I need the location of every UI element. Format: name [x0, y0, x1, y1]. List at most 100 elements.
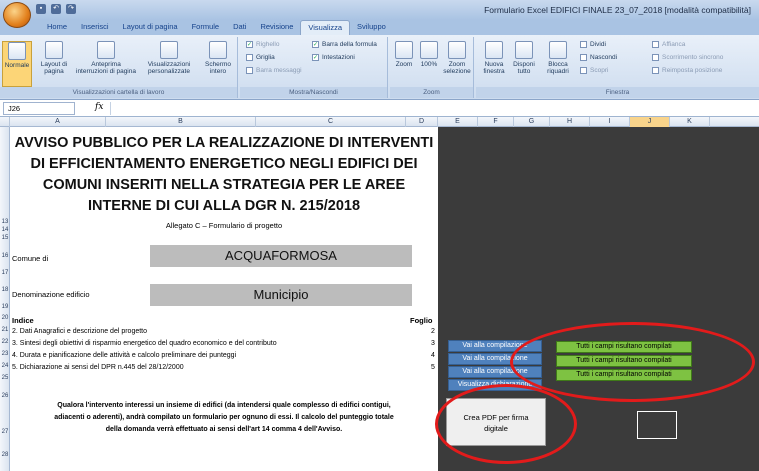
formula-input[interactable]: [110, 102, 755, 115]
formula-bar-checkbox[interactable]: ✓ Barra della formula: [312, 41, 377, 48]
col-header-d[interactable]: D: [406, 117, 438, 127]
headings-check-icon: ✓: [312, 54, 319, 61]
col-header-f[interactable]: F: [478, 117, 514, 127]
row-header-20[interactable]: 20: [0, 315, 10, 321]
zoom-button[interactable]: Zoom: [392, 41, 416, 68]
row-header-25[interactable]: 25: [0, 375, 10, 381]
normal-view-icon: [8, 42, 26, 60]
row-header-22[interactable]: 22: [0, 339, 10, 345]
row-header-27[interactable]: 27: [0, 429, 10, 435]
name-box[interactable]: J26: [3, 102, 75, 115]
tab-review[interactable]: Revisione: [253, 20, 300, 35]
tab-data[interactable]: Dati: [226, 20, 253, 35]
zoom-selection-label: Zoom selezione: [443, 61, 471, 75]
redo-icon[interactable]: ↷: [66, 4, 76, 14]
hide-button[interactable]: Nascondi: [580, 54, 617, 61]
tab-page-layout[interactable]: Layout di pagina: [116, 20, 185, 35]
note-line-1: Qualora l'intervento interessi un insiem…: [57, 402, 391, 409]
tab-view[interactable]: Visualizza: [300, 20, 351, 35]
unhide-icon: [580, 67, 587, 74]
side-by-side-icon: [652, 41, 659, 48]
row-header-18[interactable]: 18: [0, 287, 10, 293]
col-header-b[interactable]: B: [106, 117, 256, 127]
reset-position-button[interactable]: Reimposta posizione: [652, 67, 722, 74]
row-header-26[interactable]: 26: [0, 393, 10, 399]
ruler-checkbox[interactable]: ✓ Righello: [246, 41, 280, 48]
side-by-side-label: Affianca: [662, 41, 686, 48]
row-header-16[interactable]: 16: [0, 253, 10, 259]
row-header-17[interactable]: 17: [0, 270, 10, 276]
split-button[interactable]: Dividi: [580, 41, 606, 48]
freeze-panes-icon: [549, 41, 567, 59]
title-line-3: COMUNI INSERITI NELLA STRATEGIA PER LE A…: [42, 177, 406, 193]
note-line-3: della domanda verrà effettuato ai sensi …: [105, 426, 343, 433]
comune-value[interactable]: ACQUAFORMOSA: [150, 245, 412, 267]
ruler-check-icon: ✓: [246, 41, 253, 48]
zoom-100-button[interactable]: 100%: [418, 41, 440, 68]
row-header-28[interactable]: 28: [0, 452, 10, 458]
index-item-3[interactable]: 3. Sintesi degli obiettivi di risparmio …: [12, 340, 277, 347]
col-header-c[interactable]: C: [256, 117, 406, 127]
title-bar: ▪ ↶ ↷ Formulario Excel EDIFICI FINALE 23…: [0, 0, 759, 20]
select-all-corner[interactable]: [0, 117, 10, 127]
headings-label: Intestazioni: [322, 54, 355, 61]
split-label: Dividi: [590, 41, 606, 48]
window-group-label: Finestra: [476, 87, 759, 98]
new-window-button[interactable]: Nuova finestra: [480, 41, 508, 75]
zoom-selection-button[interactable]: Zoom selezione: [442, 41, 472, 75]
index-item-2[interactable]: 2. Dati Anagrafici e descrizione del pro…: [12, 328, 147, 335]
undo-icon[interactable]: ↶: [51, 4, 61, 14]
page-break-preview-button[interactable]: Anteprima interruzioni di pagina: [76, 41, 136, 75]
annotation-ring-pdf: [435, 384, 577, 464]
col-header-j[interactable]: J: [630, 117, 670, 127]
sync-scroll-button[interactable]: Scorrimento sincrono: [652, 54, 723, 61]
edificio-value[interactable]: Municipio: [150, 284, 412, 306]
tab-insert[interactable]: Inserisci: [74, 20, 116, 35]
headings-checkbox[interactable]: ✓ Intestazioni: [312, 54, 355, 61]
tab-home[interactable]: Home: [40, 20, 74, 35]
col-header-a[interactable]: A: [10, 117, 106, 127]
index-item-4[interactable]: 4. Durata e pianificazione delle attivit…: [12, 352, 236, 359]
fx-icon[interactable]: fx: [95, 102, 103, 112]
unhide-button[interactable]: Scopri: [580, 67, 608, 74]
reset-position-label: Reimposta posizione: [662, 67, 723, 74]
arrange-all-button[interactable]: Disponi tutto: [510, 41, 538, 75]
message-bar-checkbox[interactable]: Barra messaggi: [246, 67, 302, 74]
freeze-panes-button[interactable]: Blocca riquadri: [540, 41, 576, 75]
gridlines-checkbox[interactable]: Griglia: [246, 54, 275, 61]
custom-views-button[interactable]: Visualizzazioni personalizzate: [140, 41, 198, 75]
note-line-2: adiacenti o aderenti), andrà compilato u…: [54, 414, 394, 421]
page-layout-button[interactable]: Layout di pagina: [34, 41, 74, 75]
index-heading: Indice: [12, 316, 34, 325]
row-header-21[interactable]: 21: [0, 327, 10, 333]
edificio-label: Denominazione edificio: [12, 290, 90, 299]
side-by-side-button[interactable]: Affianca: [652, 41, 685, 48]
tab-formulas[interactable]: Formule: [185, 20, 227, 35]
save-icon[interactable]: ▪: [36, 4, 46, 14]
row-header-13[interactable]: 13: [0, 219, 10, 225]
col-header-i[interactable]: I: [590, 117, 630, 127]
row-header-23[interactable]: 23: [0, 351, 10, 357]
formula-bar: J26 fx: [0, 100, 759, 117]
title-line-4: INTERNE DI CUI ALLA DGR N. 215/2018: [87, 198, 361, 214]
full-screen-button[interactable]: Schermo intero: [200, 41, 236, 75]
zoom-group-label: Zoom: [390, 87, 473, 98]
views-group: Normale Layout di pagina Anteprima inter…: [0, 37, 238, 98]
full-screen-label: Schermo intero: [204, 61, 231, 75]
row-header-19[interactable]: 19: [0, 304, 10, 310]
normal-view-button[interactable]: Normale: [2, 41, 32, 87]
col-header-h[interactable]: H: [550, 117, 590, 127]
row-header-14[interactable]: 14: [0, 227, 10, 233]
page-layout-icon: [45, 41, 63, 59]
row-header-24[interactable]: 24: [0, 363, 10, 369]
col-header-k[interactable]: K: [670, 117, 710, 127]
office-button[interactable]: [3, 2, 31, 28]
row-header-15[interactable]: 15: [0, 235, 10, 241]
col-header-g[interactable]: G: [514, 117, 550, 127]
col-header-e[interactable]: E: [438, 117, 478, 127]
hide-label: Nascondi: [590, 54, 618, 61]
index-item-5[interactable]: 5. Dichiarazione ai sensi del DPR n.445 …: [12, 364, 184, 371]
sync-scroll-label: Scorrimento sincrono: [662, 54, 724, 61]
new-window-icon: [485, 41, 503, 59]
tab-developer[interactable]: Sviluppo: [350, 20, 393, 35]
